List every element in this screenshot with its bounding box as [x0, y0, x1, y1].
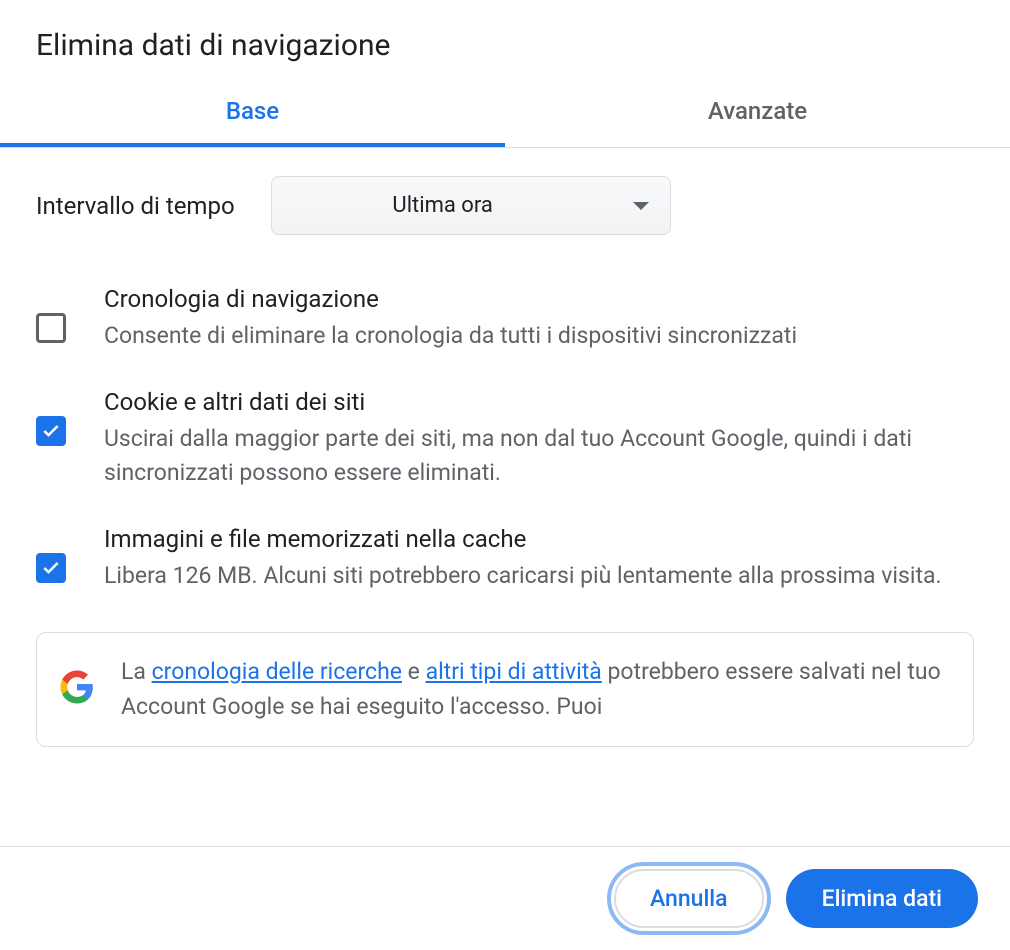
options-list: Cronologia di navigazione Consente di el…	[36, 243, 974, 610]
time-range-row: Intervallo di tempo Ultima ora	[36, 148, 974, 243]
option-title: Immagini e file memorizzati nella cache	[104, 525, 974, 553]
time-range-select-wrap: Ultima ora	[271, 176, 671, 235]
dialog-body: Intervallo di tempo Ultima ora Cronologi…	[0, 148, 1010, 846]
checkbox-cache[interactable]	[36, 553, 66, 583]
info-text-prefix: La	[121, 658, 152, 685]
check-icon	[41, 421, 61, 441]
option-desc: Consente di eliminare la cronologia da t…	[104, 319, 974, 352]
info-text-mid: e	[402, 658, 426, 685]
tabs: Base Avanzate	[0, 77, 1010, 148]
dialog-title: Elimina dati di navigazione	[36, 28, 974, 63]
option-text: Immagini e file memorizzati nella cache …	[104, 525, 974, 592]
option-desc: Uscirai dalla maggior parte dei siti, ma…	[104, 422, 974, 489]
option-cookies[interactable]: Cookie e altri dati dei siti Uscirai dal…	[36, 370, 974, 507]
dialog-footer: Annulla Elimina dati	[0, 846, 1010, 950]
tab-advanced[interactable]: Avanzate	[505, 77, 1010, 147]
checkbox-cookies[interactable]	[36, 416, 66, 446]
google-logo-icon	[59, 669, 95, 709]
option-desc: Libera 126 MB. Alcuni siti potrebbero ca…	[104, 559, 974, 592]
option-text: Cookie e altri dati dei siti Uscirai dal…	[104, 388, 974, 489]
cancel-button[interactable]: Annulla	[614, 869, 764, 928]
checkbox-browsing-history[interactable]	[36, 313, 66, 343]
info-text: La cronologia delle ricerche e altri tip…	[121, 655, 949, 724]
tab-base[interactable]: Base	[0, 77, 505, 147]
search-history-link[interactable]: cronologia delle ricerche	[152, 658, 402, 685]
google-account-info: La cronologia delle ricerche e altri tip…	[36, 632, 974, 747]
time-range-label: Intervallo di tempo	[36, 192, 235, 220]
dialog-header: Elimina dati di navigazione	[0, 0, 1010, 77]
clear-browsing-data-dialog: Elimina dati di navigazione Base Avanzat…	[0, 0, 1010, 950]
option-browsing-history[interactable]: Cronologia di navigazione Consente di el…	[36, 267, 974, 370]
option-text: Cronologia di navigazione Consente di el…	[104, 285, 974, 352]
clear-data-button[interactable]: Elimina dati	[786, 869, 978, 928]
option-title: Cronologia di navigazione	[104, 285, 974, 313]
other-activity-link[interactable]: altri tipi di attività	[426, 658, 602, 685]
time-range-select[interactable]: Ultima ora	[271, 176, 671, 235]
option-title: Cookie e altri dati dei siti	[104, 388, 974, 416]
option-cache[interactable]: Immagini e file memorizzati nella cache …	[36, 507, 974, 610]
check-icon	[41, 558, 61, 578]
